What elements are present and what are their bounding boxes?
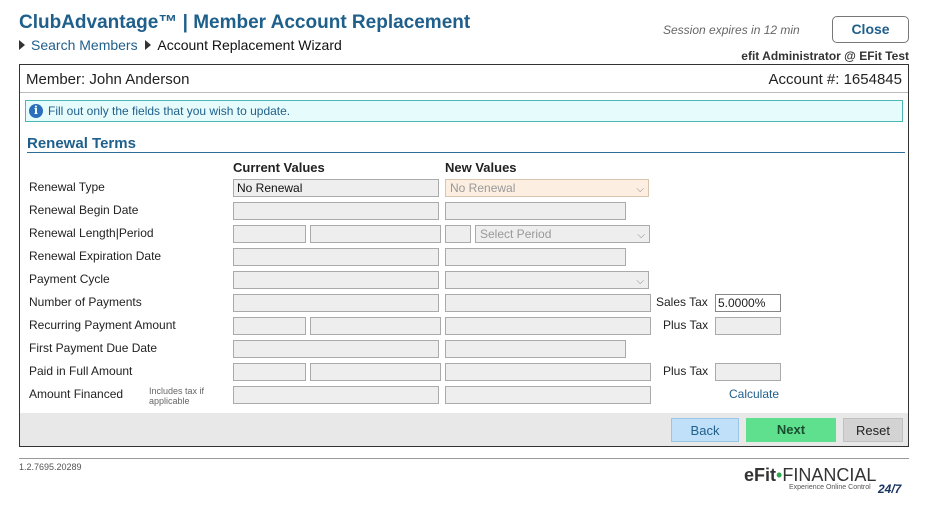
amount-financed-label: Amount Financed bbox=[29, 387, 124, 401]
first-payment-due-current bbox=[233, 340, 439, 358]
renewal-expiration-new[interactable] bbox=[445, 248, 626, 266]
payment-cycle-select[interactable]: ⌵ bbox=[445, 271, 649, 289]
info-banner: i Fill out only the fields that you wish… bbox=[25, 100, 903, 122]
footer-divider bbox=[19, 458, 909, 459]
calculate-link[interactable]: Calculate bbox=[729, 387, 779, 401]
chevron-down-icon: ⌵ bbox=[637, 230, 645, 241]
back-button[interactable]: Back bbox=[671, 418, 739, 442]
recurring-plus-tax-label: Plus Tax bbox=[663, 318, 709, 332]
new-values-header: New Values bbox=[445, 160, 517, 175]
section-title: Renewal Terms bbox=[27, 135, 136, 152]
breadcrumb-current: Account Replacement Wizard bbox=[157, 37, 342, 53]
paid-in-full-plus-tax-field bbox=[715, 363, 781, 381]
renewal-begin-date-label: Renewal Begin Date bbox=[29, 203, 139, 217]
payment-cycle-current bbox=[233, 271, 439, 289]
amount-financed-current bbox=[233, 386, 439, 404]
includes-tax-note-line2: applicable bbox=[149, 396, 190, 406]
paid-in-full-current-a bbox=[233, 363, 306, 381]
number-of-payments-new[interactable] bbox=[445, 294, 651, 312]
chevron-down-icon: ⌵ bbox=[636, 276, 644, 287]
amount-financed-new[interactable] bbox=[445, 386, 651, 404]
breadcrumb-search-members-link[interactable]: Search Members bbox=[31, 37, 138, 53]
current-values-header: Current Values bbox=[233, 160, 325, 175]
recurring-payment-new[interactable] bbox=[445, 317, 651, 335]
user-label: efit Administrator @ EFit Test bbox=[741, 49, 909, 63]
paid-in-full-label: Paid in Full Amount bbox=[29, 364, 133, 378]
payment-cycle-label: Payment Cycle bbox=[29, 272, 110, 286]
renewal-begin-date-current bbox=[233, 202, 439, 220]
chevron-down-icon: ⌵ bbox=[636, 184, 644, 195]
includes-tax-note-line1: Includes tax if bbox=[149, 386, 205, 396]
breadcrumb-arrow-icon bbox=[19, 40, 25, 50]
next-button[interactable]: Next bbox=[746, 418, 836, 442]
renewal-period-placeholder: Select Period bbox=[480, 227, 552, 241]
first-payment-due-new[interactable] bbox=[445, 340, 626, 358]
paid-in-full-current-b bbox=[310, 363, 441, 381]
renewal-begin-date-new[interactable] bbox=[445, 202, 626, 220]
recurring-payment-label: Recurring Payment Amount bbox=[29, 318, 176, 332]
number-of-payments-current bbox=[233, 294, 439, 312]
renewal-expiration-label: Renewal Expiration Date bbox=[29, 249, 162, 263]
renewal-length-period-label: Renewal Length|Period bbox=[29, 226, 154, 240]
app-title: ClubAdvantage™ | Member Account Replacem… bbox=[19, 12, 471, 33]
includes-tax-note: Includes tax if applicable bbox=[149, 386, 204, 406]
renewal-length-current bbox=[233, 225, 306, 243]
info-text: Fill out only the fields that you wish t… bbox=[48, 104, 291, 118]
number-of-payments-label: Number of Payments bbox=[29, 295, 142, 309]
sales-tax-input[interactable]: 5.0000% bbox=[715, 294, 781, 312]
info-icon: i bbox=[29, 104, 43, 118]
session-timer: Session expires in 12 min bbox=[663, 23, 800, 37]
wizard-footer: Back Next Reset bbox=[20, 413, 908, 446]
recurring-plus-tax-field bbox=[715, 317, 781, 335]
renewal-expiration-current bbox=[233, 248, 439, 266]
member-bar: Member: John Anderson Account #: 1654845 bbox=[20, 65, 908, 93]
breadcrumb-arrow-icon bbox=[145, 40, 152, 50]
paid-in-full-new[interactable] bbox=[445, 363, 651, 381]
logo-tagline: Experience Online Control bbox=[789, 484, 871, 491]
paid-in-full-plus-tax-label: Plus Tax bbox=[663, 364, 709, 378]
logo-247: 24/7 bbox=[878, 482, 902, 496]
efit-financial-logo: eFit•FINANCIAL bbox=[744, 465, 877, 485]
reset-button[interactable]: Reset bbox=[843, 418, 903, 442]
breadcrumb: Search Members Account Replacement Wizar… bbox=[19, 37, 342, 53]
renewal-type-new-select[interactable]: No Renewal ⌵ bbox=[445, 179, 649, 197]
renewal-type-label: Renewal Type bbox=[29, 180, 105, 194]
sales-tax-label: Sales Tax bbox=[656, 295, 708, 309]
recurring-payment-current-a bbox=[233, 317, 306, 335]
version-label: 1.2.7695.20289 bbox=[19, 462, 82, 472]
account-number: Account #: 1654845 bbox=[768, 71, 902, 88]
first-payment-due-label: First Payment Due Date bbox=[29, 341, 158, 355]
close-button[interactable]: Close bbox=[832, 16, 909, 43]
renewal-type-current: No Renewal bbox=[233, 179, 439, 197]
renewal-length-new[interactable] bbox=[445, 225, 471, 243]
member-name: Member: John Anderson bbox=[26, 71, 190, 88]
wizard-panel: Member: John Anderson Account #: 1654845… bbox=[19, 64, 909, 447]
renewal-period-current bbox=[310, 225, 441, 243]
recurring-payment-current-b bbox=[310, 317, 441, 335]
renewal-period-select[interactable]: Select Period ⌵ bbox=[475, 225, 650, 243]
section-divider bbox=[27, 152, 905, 153]
renewal-type-new-value: No Renewal bbox=[450, 181, 516, 195]
